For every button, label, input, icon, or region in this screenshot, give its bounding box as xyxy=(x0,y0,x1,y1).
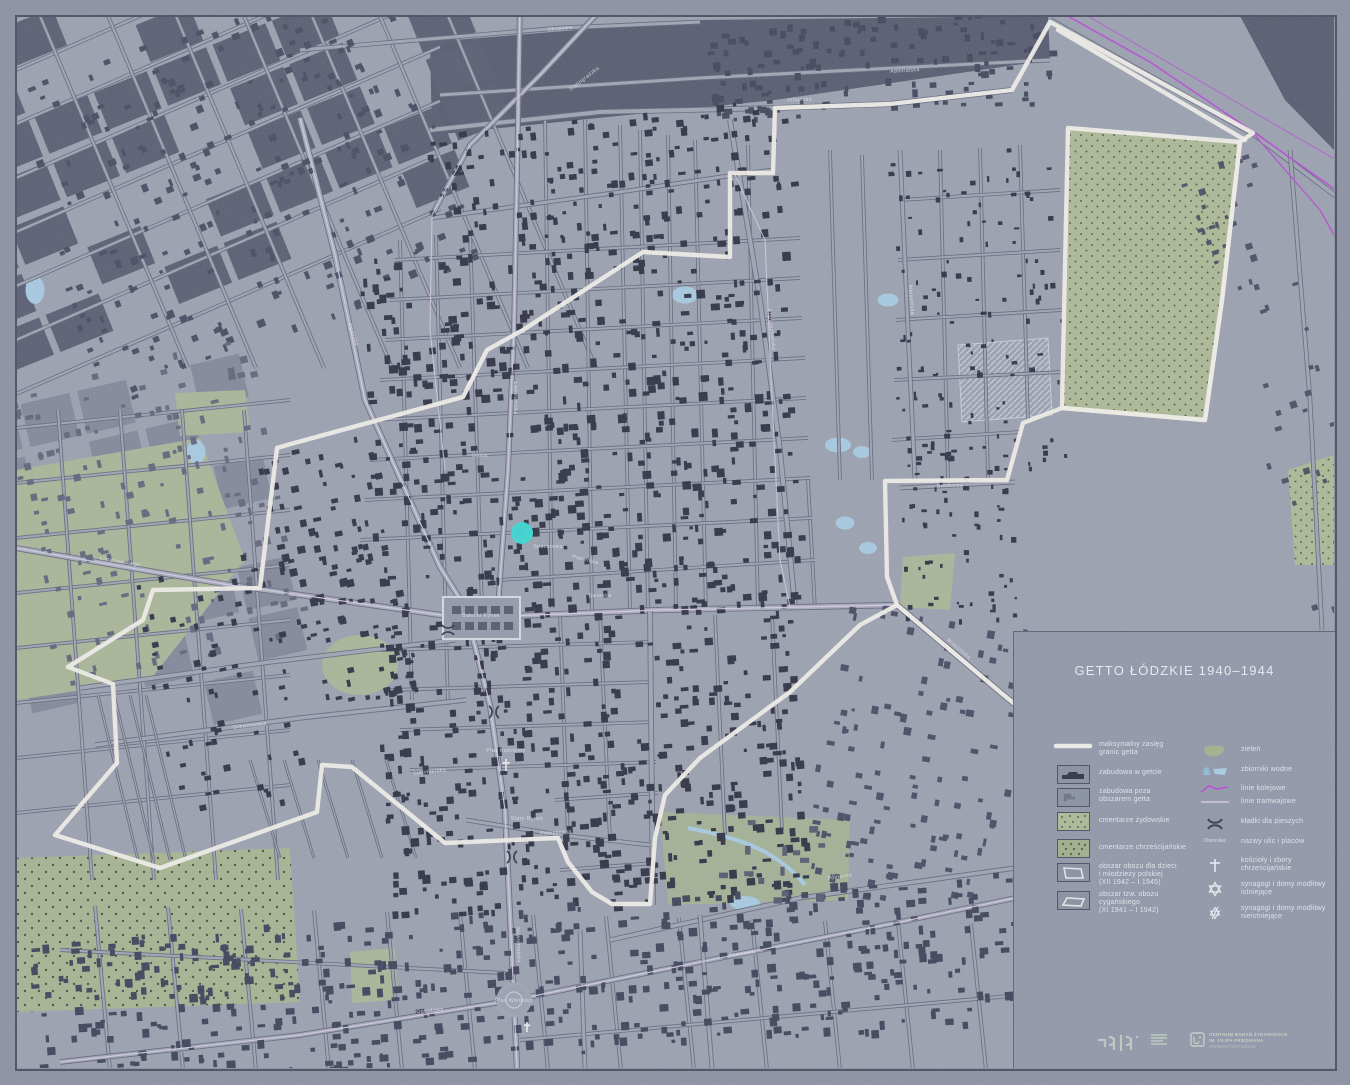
legend-row: synagogi i domy modlitwy istniejące xyxy=(1189,881,1350,897)
buildings-in-ghetto-icon xyxy=(1047,765,1099,784)
street-label: Łagiewnicka xyxy=(512,382,518,415)
research-center-mark xyxy=(1190,1032,1205,1047)
lodz-logo-caption-lines xyxy=(1151,1034,1167,1045)
legend-row: Dworska nazwy ulic i placów xyxy=(1189,838,1350,846)
legend-label: synagogi i domy modlitwy nieistniejące xyxy=(1241,905,1350,921)
tram-line-icon xyxy=(1189,798,1241,806)
logos-row: CENTRUM BADAŃ ŻYDOWSKICH IM. FILIPA FRIE… xyxy=(1014,1030,1335,1060)
legend-label: nazwy ulic i placów xyxy=(1241,838,1350,846)
railway-line-icon xyxy=(1189,783,1241,795)
children-camp-area-icon xyxy=(1047,863,1099,882)
logo-text-line: CENTRUM BADAŃ ŻYDOWSKICH xyxy=(1209,1032,1287,1037)
map-title: GETTO ŁÓDZKIE 1940–1944 xyxy=(1014,663,1335,678)
legend-row: zieleń xyxy=(1189,743,1350,759)
legend-panel: GETTO ŁÓDZKIE 1940–1944 maksymalny zasię… xyxy=(1013,631,1335,1068)
gypsy-camp-area-icon xyxy=(1047,891,1099,910)
legend-row: synagogi i domy modlitwy nieistniejące xyxy=(1189,905,1350,921)
street-label: Bałucki Rynek xyxy=(462,613,500,619)
legend-row: kościoły i zbory chrześcijańskie xyxy=(1189,857,1350,874)
cross-symbol-icon xyxy=(1189,857,1241,874)
street-label: Nowomiejska xyxy=(514,927,521,962)
street-label: Spacerowa xyxy=(533,544,563,550)
legend-row: kładki dla pieszych xyxy=(1189,816,1350,831)
jewish-cemetery-swatch-icon xyxy=(1047,812,1099,831)
lodz-logo-glyphs xyxy=(1096,1032,1148,1054)
greenery-swatch-icon xyxy=(1189,743,1241,759)
star-of-david-icon xyxy=(1189,881,1241,897)
legend-label: linie tramwajowe xyxy=(1241,798,1350,806)
ghetto-border-swatch-icon xyxy=(1047,741,1099,751)
street-label: Dworska xyxy=(588,593,611,599)
legend-row: linie kolejowe xyxy=(1189,783,1350,795)
legend-label: zbiorniki wodne xyxy=(1241,766,1350,774)
legend-row: linie tramwajowe xyxy=(1189,798,1350,806)
legend-label: zieleń xyxy=(1241,746,1350,754)
legend-label: kościoły i zbory chrześcijańskie xyxy=(1241,857,1350,873)
map-poster: InflanckaAdmiralskaOkopowaStalingradzkaŁ… xyxy=(0,0,1350,1085)
legend-label: synagogi i domy modlitwy istniejące xyxy=(1241,881,1350,897)
street-label: Stary Rynek xyxy=(511,816,544,822)
lodz-city-logo xyxy=(1096,1032,1167,1054)
logo-text-line: UNIWERSYTET ŁÓDZKI xyxy=(1209,1044,1287,1049)
christian-cemetery-swatch-icon xyxy=(1047,839,1099,858)
buildings-outside-ghetto-icon xyxy=(1047,788,1099,807)
logo-text-line: IM. FILIPA FRIEDMANA xyxy=(1209,1038,1287,1043)
location-marker xyxy=(511,522,533,544)
jewish-research-center-logo: CENTRUM BADAŃ ŻYDOWSKICH IM. FILIPA FRIE… xyxy=(1190,1032,1287,1049)
street-label: Plac Kościelny xyxy=(486,748,525,754)
street-label: Inflancka xyxy=(788,96,813,103)
street-label: Dolna xyxy=(472,453,488,460)
legend-label: kładki dla pieszych xyxy=(1241,818,1350,826)
street-name-sample: Dworska xyxy=(1189,838,1241,844)
street-label: Plac Wolności xyxy=(495,998,533,1004)
star-of-david-crossed-icon xyxy=(1189,905,1241,921)
footbridge-symbol-icon xyxy=(1189,816,1241,831)
water-swatch-icon xyxy=(1189,764,1241,778)
legend-row: zbiorniki wodne xyxy=(1189,764,1350,778)
legend-label: linie kolejowe xyxy=(1241,785,1350,793)
